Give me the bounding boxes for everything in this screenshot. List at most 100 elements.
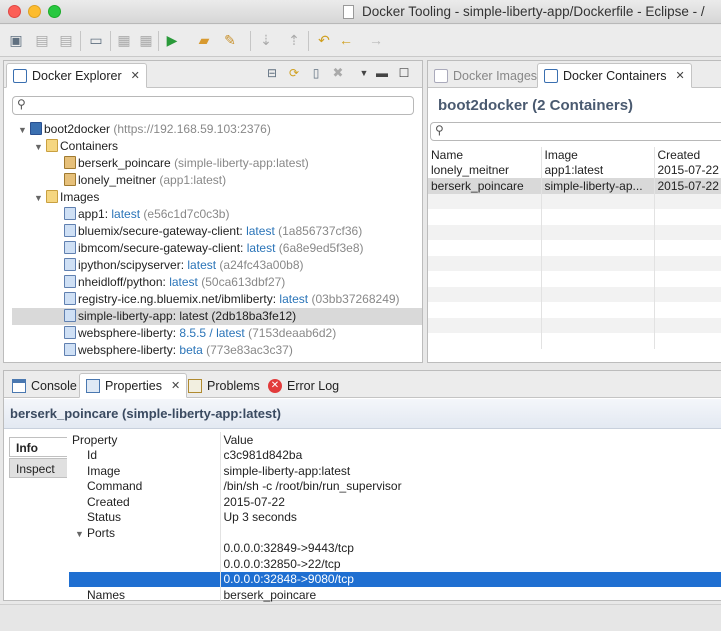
collapse-all-icon[interactable]: ⊟ — [262, 64, 282, 82]
table-row[interactable]: Status Up 3 seconds — [69, 509, 721, 525]
tab-docker-containers[interactable]: Docker Containers ✕ — [537, 63, 692, 88]
folder-icon — [46, 190, 58, 203]
docker-containers-view: Docker Images Docker Containers ✕ boot2d… — [427, 60, 721, 363]
docker-images-icon — [434, 68, 448, 83]
containers-table: Name Image Created lonely_meitner app1:l… — [428, 147, 721, 349]
zoom-window-button[interactable] — [48, 5, 61, 18]
table-row-selected[interactable]: berserk_poincare simple-liberty-ap... 20… — [428, 178, 721, 194]
properties-table: Property Value Id c3c981d842ba Image simpl… — [69, 432, 721, 603]
column-header-created[interactable]: Created — [654, 147, 721, 163]
image-icon — [64, 207, 76, 220]
open-folder-icon[interactable]: ▰ — [194, 31, 214, 49]
tab-problems[interactable]: Problems — [182, 373, 266, 398]
back-icon[interactable]: ← — [336, 31, 356, 49]
run-icon[interactable]: ▶ — [162, 31, 182, 49]
table-row[interactable]: Id c3c981d842ba — [69, 447, 721, 463]
minimize-view-icon[interactable]: ▬ — [372, 64, 392, 82]
new-wizard-icon[interactable]: ▣ — [6, 31, 26, 49]
minimize-window-button[interactable] — [28, 5, 41, 18]
expand-toggle-icon[interactable]: ▼ — [34, 139, 46, 156]
expand-toggle-icon[interactable]: ▼ — [34, 190, 46, 207]
status-bar — [0, 604, 721, 631]
tab-error-log[interactable]: ✕ Error Log — [262, 373, 345, 398]
tab-info[interactable]: Info — [9, 437, 67, 457]
docker-machine-icon — [30, 122, 42, 135]
close-icon[interactable]: ✕ — [676, 69, 685, 82]
expand-toggle-icon[interactable]: ▼ — [18, 122, 30, 139]
column-header-name[interactable]: Name — [428, 147, 542, 163]
main-toolbar: ▣ ▤ ▤ ▭ ▦ ▦ ▶ ▰ ✎ ⇣ ⇡ ↶ ← → — [0, 25, 721, 57]
tree-container-item[interactable]: berserk_poincare (simple-liberty-app:lat… — [4, 155, 309, 172]
close-icon[interactable]: ✕ — [131, 69, 140, 82]
image-icon — [64, 292, 76, 305]
properties-header: berserk_poincare (simple-liberty-app:lat… — [4, 399, 721, 429]
tree-image-item[interactable]: websphere-liberty: beta (773e83ac3c37) — [4, 342, 293, 359]
tree-image-item[interactable]: nheidloff/python: latest (50ca613dbf27) — [4, 274, 285, 291]
docker-containers-icon — [544, 68, 558, 83]
forward-icon[interactable]: → — [366, 31, 386, 49]
tools-icon[interactable]: ✎ — [220, 31, 240, 49]
view-menu-icon[interactable]: ▼ — [354, 64, 374, 82]
close-window-button[interactable] — [8, 5, 21, 18]
tab-inspect[interactable]: Inspect — [9, 458, 67, 478]
image-icon — [64, 309, 76, 322]
column-header-value[interactable]: Value — [220, 432, 721, 448]
close-icon[interactable]: ✕ — [171, 379, 180, 392]
table-header: Name Image Created — [428, 147, 721, 163]
maximize-view-icon[interactable]: ☐ — [394, 64, 414, 82]
title-bar: Docker Tooling - simple-liberty-app/Dock… — [0, 0, 721, 24]
explorer-search-input[interactable]: ⚲ — [12, 96, 414, 115]
last-edit-icon[interactable]: ↶ — [314, 31, 334, 49]
terminal-icon[interactable]: ▭ — [86, 31, 106, 49]
tree-connection[interactable]: ▼ boot2docker (https://192.168.59.103:237… — [4, 121, 271, 138]
table-row-ports[interactable]: ▼ Ports — [69, 525, 721, 541]
column-header-property[interactable]: Property — [69, 432, 221, 448]
table-row[interactable]: Created 2015-07-22 — [69, 494, 721, 510]
error-log-icon: ✕ — [268, 378, 282, 393]
tree-image-item[interactable]: ibmcom/secure-gateway-client: latest (6a… — [4, 240, 364, 257]
image-icon — [64, 224, 76, 237]
column-header-image[interactable]: Image — [541, 147, 655, 163]
tree-container-item[interactable]: lonely_meitner (app1:latest) — [4, 172, 226, 189]
image-icon — [64, 241, 76, 254]
tab-properties[interactable]: Properties ✕ — [79, 373, 188, 398]
console-icon — [12, 378, 26, 393]
docker-explorer-icon — [13, 68, 27, 83]
image-icon — [64, 343, 76, 356]
properties-view: Console Properties ✕ Problems ✕ Error Lo… — [3, 370, 721, 603]
tab-console[interactable]: Console — [6, 373, 83, 398]
table-row-selected[interactable]: 0.0.0.0:32848->9080/tcp — [69, 571, 721, 587]
image-icon — [64, 275, 76, 288]
table-row[interactable]: Image simple-liberty-app:latest — [69, 463, 721, 479]
table-row[interactable]: 0.0.0.0:32850->22/tcp — [69, 556, 721, 572]
docker-explorer-view: Docker Explorer ✕ ⊟ ⟳ ▯ ✖ ▼ ▬ ☐ ⚲ ▼ boot2… — [3, 60, 423, 363]
tab-docker-images[interactable]: Docker Images — [428, 63, 543, 88]
tree-image-item[interactable]: ipython/scipyserver: latest (a24fc43a00b… — [4, 257, 304, 274]
refresh-icon[interactable]: ⟳ — [284, 64, 304, 82]
tree-containers-folder[interactable]: ▼ Containers — [4, 138, 118, 155]
table-row[interactable]: lonely_meitner app1:latest 2015-07-22 — [428, 162, 721, 178]
prev-annotation-icon[interactable]: ⇡ — [284, 31, 304, 49]
tree-image-item[interactable]: websphere-liberty: 8.5.5 / latest (7153d… — [4, 325, 336, 342]
tree-images-folder[interactable]: ▼ Images — [4, 189, 99, 206]
table-row[interactable]: Command/bin/sh -c /root/bin/run_supervis… — [69, 478, 721, 494]
save-all-icon[interactable]: ▤ — [56, 31, 76, 49]
image-icon — [64, 326, 76, 339]
tree-image-item[interactable]: bluemix/secure-gateway-client: latest (1… — [4, 223, 362, 240]
tree-image-item[interactable]: app1: latest (e56c1d7c0c3b) — [4, 206, 229, 223]
table-row[interactable]: 0.0.0.0:32849->9443/tcp — [69, 540, 721, 556]
toggle-icon[interactable]: ▦ — [114, 31, 134, 49]
tree-image-item-selected[interactable]: simple-liberty-app: latest (2db18ba3fe12… — [12, 308, 422, 325]
tab-docker-explorer[interactable]: Docker Explorer ✕ — [6, 63, 147, 88]
next-annotation-icon[interactable]: ⇣ — [256, 31, 276, 49]
block-icon[interactable]: ▦ — [136, 31, 156, 49]
add-connection-icon[interactable]: ▯ — [306, 64, 326, 82]
containers-search-input[interactable]: ⚲ — [430, 122, 721, 141]
remove-connection-icon[interactable]: ✖ — [328, 64, 348, 82]
table-row[interactable]: Names berserk_poincare — [69, 587, 721, 603]
tree-image-item[interactable]: registry-ice.ng.bluemix.net/ibmliberty: … — [4, 291, 400, 308]
expand-toggle-icon[interactable]: ▼ — [75, 529, 87, 539]
save-icon[interactable]: ▤ — [32, 31, 52, 49]
image-icon — [64, 258, 76, 271]
folder-icon — [46, 139, 58, 152]
